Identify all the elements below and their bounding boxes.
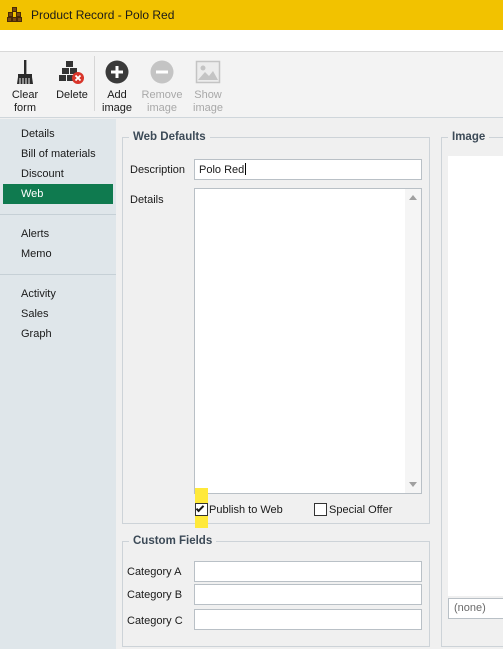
main-content: Web Defaults Description Polo Red Detail… [117, 119, 503, 649]
category-a-label: Category A [127, 566, 182, 578]
sidebar-item-activity[interactable]: Activity [3, 284, 113, 304]
sidebar-item-bill-of-materials[interactable]: Bill of materials [3, 144, 113, 164]
sidebar-item-web[interactable]: Web [3, 184, 113, 204]
remove-image-label-1: Remove [141, 89, 183, 101]
show-image-button[interactable]: Show image [185, 52, 231, 117]
clear-form-button[interactable]: Clear form [0, 52, 50, 117]
add-image-button[interactable]: Add image [95, 52, 139, 117]
image-select[interactable]: (none) [448, 598, 503, 619]
description-field[interactable]: Polo Red [194, 159, 422, 180]
remove-image-button[interactable]: Remove image [139, 52, 185, 117]
add-circle-icon [104, 59, 130, 85]
sidebar-item-sales[interactable]: Sales [3, 304, 113, 324]
image-preview [448, 156, 503, 596]
product-app-icon [7, 7, 23, 23]
window-title: Product Record - Polo Red [31, 8, 175, 22]
broom-icon [12, 59, 38, 85]
toolbar: Clear form Delete Add image Remove image… [0, 52, 503, 118]
scroll-down-arrow-icon[interactable] [409, 482, 417, 487]
delete-button[interactable]: Delete [50, 52, 94, 117]
description-label: Description [130, 164, 186, 176]
publish-to-web-label: Publish to Web [209, 504, 283, 516]
menu-strip [0, 30, 503, 52]
publish-to-web-checkbox[interactable] [195, 503, 208, 516]
details-label: Details [130, 194, 164, 206]
details-textarea[interactable] [194, 188, 422, 494]
sidebar-divider [0, 274, 116, 275]
sidebar: Details Bill of materials Discount Web A… [0, 119, 116, 649]
special-offer-checkbox[interactable] [314, 503, 327, 516]
delete-label: Delete [56, 89, 88, 101]
details-scrollbar[interactable] [405, 189, 421, 493]
delete-stack-icon [59, 59, 85, 85]
image-select-value: (none) [454, 602, 486, 614]
category-c-field[interactable] [194, 609, 422, 630]
sidebar-item-discount[interactable]: Discount [3, 164, 113, 184]
clear-form-label-1: Clear [11, 89, 39, 101]
title-bar: Product Record - Polo Red [0, 0, 503, 30]
sidebar-item-alerts[interactable]: Alerts [3, 224, 113, 244]
category-c-label: Category C [127, 615, 183, 627]
sidebar-item-memo[interactable]: Memo [3, 244, 113, 264]
remove-circle-icon [149, 59, 175, 85]
show-image-label-1: Show [194, 89, 222, 101]
picture-icon [195, 59, 221, 85]
special-offer-label: Special Offer [329, 504, 393, 516]
sidebar-divider [0, 214, 116, 215]
add-image-label-2: image [102, 102, 132, 114]
web-defaults-legend: Web Defaults [133, 131, 206, 143]
scroll-up-arrow-icon[interactable] [409, 195, 417, 200]
sidebar-item-details[interactable]: Details [3, 124, 113, 144]
checkmark-icon [195, 503, 205, 513]
category-b-field[interactable] [194, 584, 422, 605]
add-image-label-1: Add [107, 89, 127, 101]
image-legend: Image [452, 131, 486, 143]
category-b-label: Category B [127, 589, 183, 601]
remove-image-label-2: image [147, 102, 177, 114]
show-image-label-2: image [193, 102, 223, 114]
description-value: Polo Red [199, 164, 245, 176]
custom-fields-legend: Custom Fields [133, 535, 213, 547]
clear-form-label-2: form [14, 102, 36, 114]
sidebar-item-graph[interactable]: Graph [3, 324, 113, 344]
text-caret [245, 163, 247, 175]
category-a-field[interactable] [194, 561, 422, 582]
